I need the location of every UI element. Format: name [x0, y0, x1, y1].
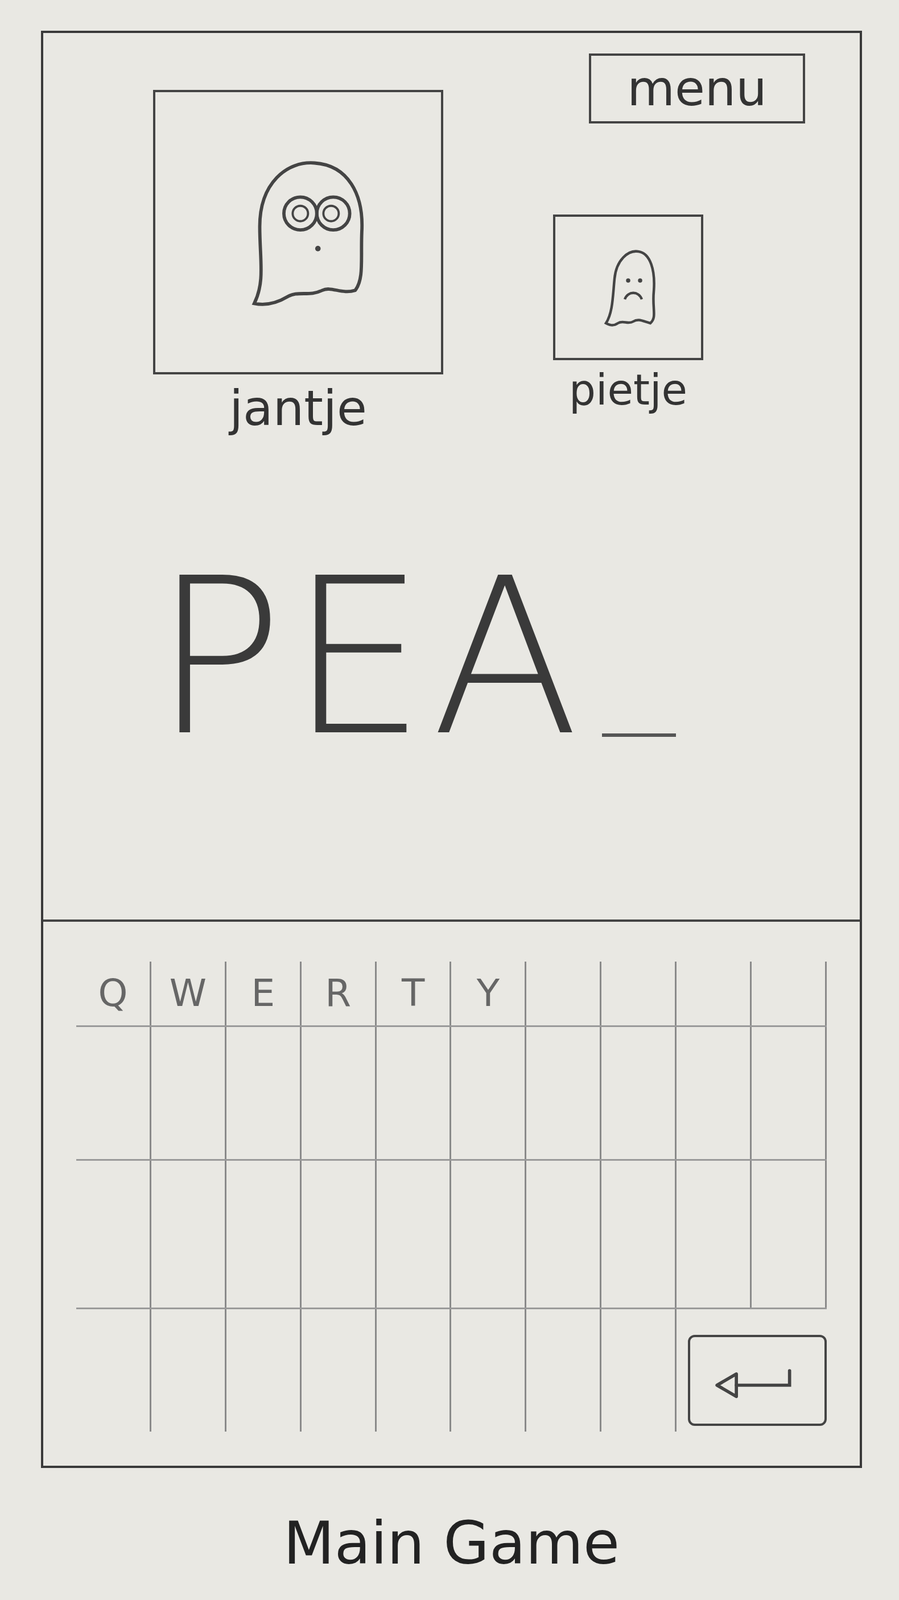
- ghost-icon: [221, 149, 375, 315]
- blank-key[interactable]: [451, 1160, 527, 1308]
- word-letters: PEA: [153, 538, 585, 777]
- blank-key[interactable]: [301, 1027, 377, 1160]
- blank-key[interactable]: [751, 1160, 827, 1308]
- blank-key[interactable]: [226, 1027, 302, 1160]
- keyboard-row: [76, 1309, 827, 1432]
- current-word: PEA: [43, 538, 860, 777]
- letter-key[interactable]: Y: [451, 961, 527, 1026]
- blank-key[interactable]: [526, 1160, 602, 1308]
- player: pietje: [553, 214, 704, 420]
- player-avatar: [153, 89, 444, 375]
- blank-key[interactable]: [376, 1309, 452, 1432]
- blank-key[interactable]: [151, 1160, 227, 1308]
- side-column: menu pietje: [553, 33, 806, 443]
- phone-frame: jantje menu pietje PEA QWERTY: [40, 30, 863, 1468]
- keyboard-row: QWERTY: [76, 961, 827, 1028]
- page: jantje menu pietje PEA QWERTY Main Game: [0, 0, 899, 1600]
- blank-key[interactable]: [751, 1027, 827, 1160]
- blank-key[interactable]: [601, 1309, 677, 1432]
- keyboard: QWERTY: [43, 921, 860, 1466]
- blank-key[interactable]: [301, 1309, 377, 1432]
- letter-key[interactable]: W: [151, 961, 227, 1026]
- blank-key[interactable]: [376, 1160, 452, 1308]
- blank-key[interactable]: [601, 1027, 677, 1160]
- players-row: jantje menu pietje: [43, 33, 860, 443]
- backspace-arrow-icon: [708, 1355, 806, 1405]
- blank-key[interactable]: [601, 1160, 677, 1308]
- blank-key[interactable]: [451, 1027, 527, 1160]
- active-player-column: jantje: [153, 89, 444, 443]
- game-area: jantje menu pietje PEA: [43, 33, 860, 922]
- blank-slot: [601, 733, 676, 737]
- blank-key[interactable]: [76, 1309, 152, 1432]
- letter-key[interactable]: T: [376, 961, 452, 1026]
- keyboard-row: [76, 1160, 827, 1310]
- backspace-key-cell: [676, 1309, 827, 1432]
- blank-key[interactable]: [76, 1160, 152, 1308]
- blank-key[interactable]: [676, 961, 752, 1026]
- menu-button[interactable]: menu: [588, 53, 806, 124]
- blank-key[interactable]: [151, 1027, 227, 1160]
- letter-key[interactable]: R: [301, 961, 377, 1026]
- player: jantje: [153, 89, 444, 443]
- blank-key[interactable]: [676, 1160, 752, 1308]
- blank-key[interactable]: [601, 961, 677, 1026]
- blank-key[interactable]: [526, 1309, 602, 1432]
- blank-key[interactable]: [151, 1309, 227, 1432]
- blank-key[interactable]: [451, 1309, 527, 1432]
- blank-key[interactable]: [76, 1027, 152, 1160]
- letter-key[interactable]: E: [226, 961, 302, 1026]
- blank-key[interactable]: [301, 1160, 377, 1308]
- backspace-button[interactable]: [687, 1334, 827, 1426]
- letter-key[interactable]: Q: [76, 961, 152, 1026]
- blank-key[interactable]: [526, 1027, 602, 1160]
- keyboard-row: [76, 1027, 827, 1161]
- player-name: jantje: [223, 374, 373, 443]
- sad-ghost-icon: [594, 244, 663, 331]
- blank-key[interactable]: [526, 961, 602, 1026]
- blank-key[interactable]: [376, 1027, 452, 1160]
- player-avatar: [553, 214, 704, 361]
- blank-key[interactable]: [676, 1027, 752, 1160]
- blank-key[interactable]: [751, 961, 827, 1026]
- blank-key[interactable]: [226, 1160, 302, 1308]
- screen-caption: Main Game: [40, 1507, 863, 1579]
- player-name: pietje: [563, 360, 694, 420]
- blank-key[interactable]: [226, 1309, 302, 1432]
